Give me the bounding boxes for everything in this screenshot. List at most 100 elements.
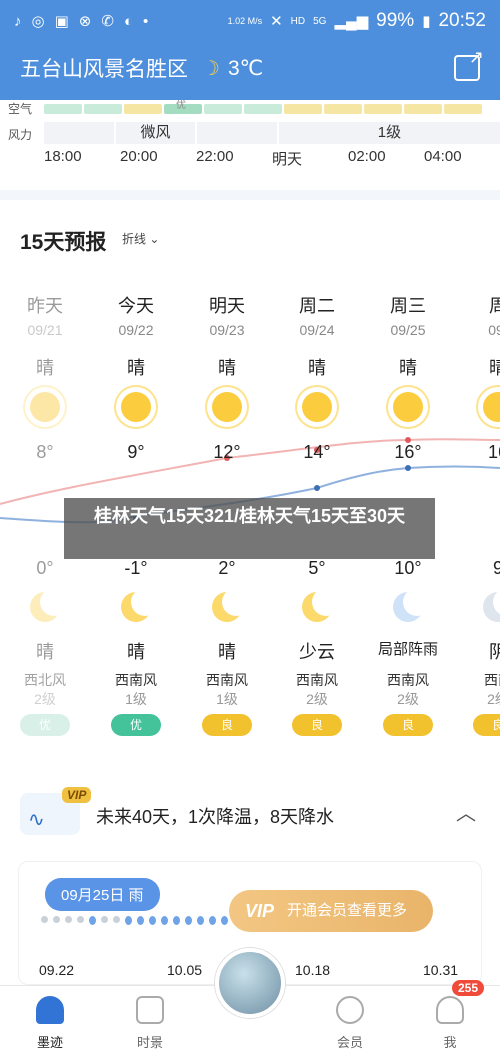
day-condition: 晴: [489, 358, 500, 378]
nav-moji[interactable]: 墨迹: [0, 986, 100, 1058]
location-title[interactable]: 五台山风景名胜区: [20, 53, 188, 83]
day-name: 周二: [299, 296, 335, 316]
notification-badge: 255: [452, 980, 485, 996]
sun-icon: [483, 392, 500, 422]
day-name: 周三: [390, 296, 426, 316]
wind-level: 2级: [397, 691, 419, 707]
air-quality-bar: 优: [44, 100, 482, 114]
battery-percent: 99%: [376, 10, 415, 31]
wind-direction: 西北风: [24, 672, 66, 688]
sun-icon: [393, 392, 423, 422]
sun-icon: [212, 392, 242, 422]
hourly-card: 空气 优 风力 微风 1级 18:00 20:00 22:00 明天 02:00…: [0, 100, 500, 190]
vip-mark: VIP: [245, 901, 275, 921]
day-column-1[interactable]: 今天 09/22 晴 9° -1° 晴 西南风 1级 优: [91, 292, 181, 736]
person-icon: [436, 996, 464, 1024]
top-bar: ♪ ◎ ▣ ⊗ ✆ ◐ • 1.02 M/s ✕ HD 5G ▂▄▆ 99% ▮…: [0, 0, 500, 100]
hour-labels: 18:00 20:00 22:00 明天 02:00 04:00: [44, 148, 500, 169]
aq-badge: 优: [20, 714, 70, 736]
chart-toggle[interactable]: 折线 ⌄: [122, 230, 159, 247]
day-date: 09/24: [299, 322, 335, 338]
high-temp: 14°: [303, 442, 331, 462]
date-tick: 10.05: [167, 962, 203, 978]
high-temp: 16: [487, 442, 500, 462]
network-speed: 1.02 M/s: [227, 15, 263, 26]
wind-level: 2级: [34, 691, 56, 707]
hour-label: 18:00: [44, 148, 82, 165]
day-column-2[interactable]: 明天 09/23 晴 12° 2° 晴 西南风 1级 良: [182, 292, 272, 736]
moon-icon: ☽: [202, 57, 220, 80]
day-condition: 晴: [218, 358, 236, 378]
nav-member[interactable]: 会员: [300, 986, 400, 1058]
signal-icon: ▂▄▆: [334, 13, 369, 30]
day-column-5[interactable]: 周 09/ 晴 16 9 阴 西南 2级 良: [453, 292, 500, 736]
rocket-icon: [36, 996, 64, 1024]
vip-upgrade-button[interactable]: VIP 开通会员查看更多: [229, 890, 433, 932]
low-temp: 2°: [218, 558, 236, 578]
status-bar: ♪ ◎ ▣ ⊗ ✆ ◐ • 1.02 M/s ✕ HD 5G ▂▄▆ 99% ▮…: [0, 0, 500, 42]
aq-badge: 良: [202, 714, 252, 736]
low-temp: 9: [492, 558, 500, 578]
vip-tag: VIP: [62, 787, 92, 803]
aq-badge: 优: [111, 714, 161, 736]
current-temp: 3℃: [227, 56, 264, 80]
forty-day-logo: VIP ∿: [20, 787, 92, 835]
night-condition: 阴: [489, 642, 500, 662]
date-tick: 10.18: [295, 962, 331, 978]
day-date: 09/25: [390, 322, 426, 338]
aq-badge: 良: [292, 714, 342, 736]
wind-row: 微风 1级: [44, 122, 500, 144]
air-label: 空气: [8, 102, 33, 116]
status-left-icons: ♪ ◎ ▣ ⊗ ✆ ◐ •: [14, 12, 148, 31]
day-name: 昨天: [27, 296, 63, 316]
day-column-4[interactable]: 周三 09/25 晴 16° 10° 局部阵雨 西南风 2级 良: [363, 292, 453, 736]
nav-shijing[interactable]: 时景: [100, 986, 200, 1058]
day-condition: 晴: [36, 358, 54, 378]
night-condition: 少云: [299, 642, 335, 662]
nav-label: 会员: [336, 1035, 363, 1050]
day-column-0[interactable]: 昨天 09/21 晴 8° 0° 晴 西北风 2级 优: [0, 292, 90, 736]
vip-icon: [336, 996, 364, 1024]
mute-icon: ✕: [270, 13, 283, 30]
wind-direction: 西南风: [115, 672, 157, 688]
sun-icon: [302, 392, 332, 422]
nav-label: 时景: [136, 1035, 163, 1050]
hour-label: 02:00: [348, 148, 386, 165]
night-condition: 晴: [218, 642, 236, 662]
forecast-title: 15天预报: [20, 231, 107, 254]
compass-icon: ◐: [123, 12, 133, 30]
night-condition: 局部阵雨: [377, 641, 438, 658]
high-temp: 16°: [394, 442, 422, 462]
night-condition: 晴: [127, 642, 145, 662]
day-date: 09/23: [209, 322, 245, 338]
precip-dots: [41, 916, 240, 925]
status-right: 1.02 M/s ✕ HD 5G ▂▄▆ 99% ▮ 20:52: [228, 10, 486, 32]
fifteen-day-card: 15天预报 折线 ⌄ 昨天 09/21 晴 8° 0° 晴 西北风 2级 优 今…: [0, 200, 500, 775]
share-icon[interactable]: [454, 47, 484, 81]
overlay-banner: 桂林天气15天321/桂林天气15天至30天: [64, 498, 435, 559]
wind-cell: [44, 122, 114, 144]
aq-badge: 良: [473, 714, 500, 736]
chevron-up-icon[interactable]: ︿: [456, 797, 476, 826]
day-date: 09/: [488, 322, 500, 338]
nav-me[interactable]: 我: [400, 986, 500, 1058]
partly-cloudy-icon: [302, 588, 340, 622]
moon-icon: [212, 588, 250, 622]
hour-label: 明天: [272, 151, 303, 168]
cloud-icon: [483, 588, 500, 622]
wind-cell: 微风: [115, 122, 196, 144]
low-temp: 10°: [394, 558, 422, 578]
nav-label: 我: [443, 1035, 457, 1050]
day-date: 09/22: [118, 322, 154, 338]
date-pill: 09月25日 雨: [45, 878, 160, 911]
low-temp: 5°: [308, 558, 326, 578]
high-temp: 8°: [36, 442, 54, 462]
day-column-3[interactable]: 周二 09/24 晴 14° 5° 少云 西南风 2级 良: [272, 292, 362, 736]
wind-direction: 西南风: [387, 672, 429, 688]
globe-icon[interactable]: [215, 948, 285, 1018]
wind-direction: 西南风: [206, 672, 248, 688]
date-tick: 09.22: [39, 962, 75, 978]
app-icon: ▣: [54, 13, 69, 30]
instagram-icon: ◎: [31, 13, 45, 30]
battery-icon: ▮: [422, 13, 431, 30]
